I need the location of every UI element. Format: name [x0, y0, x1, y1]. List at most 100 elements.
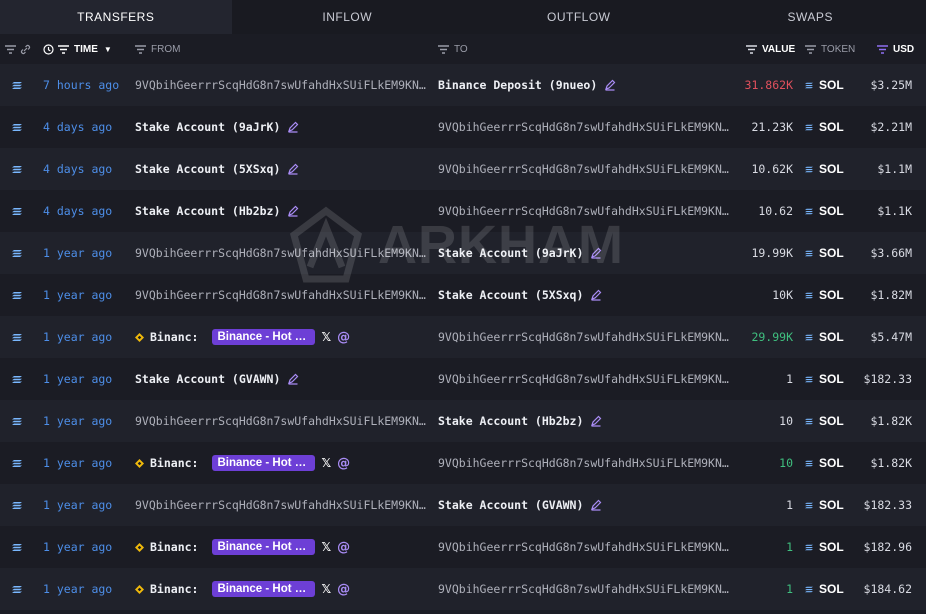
table-row[interactable]: 1 year ago Stake Account (GVAWN) 9VQbihGee… — [0, 358, 926, 400]
edit-icon[interactable] — [287, 121, 299, 133]
time-link[interactable]: 1 year ago — [43, 358, 112, 400]
entity-link[interactable]: Stake Account (5XSxq) — [438, 288, 583, 302]
transfer-icon[interactable] — [12, 400, 22, 442]
filter-icon[interactable] — [5, 34, 21, 64]
address-link[interactable]: 9VQbihGeerrrScqHdG8n7swUfahdHxSUiFLkEM9K… — [438, 190, 734, 232]
to-column-header[interactable]: TO — [438, 34, 468, 64]
table-row[interactable]: 1 year ago Binanc: Binance - Hot Wallet 𝕏 @9… — [0, 568, 926, 610]
edit-icon[interactable] — [287, 205, 299, 217]
edit-icon[interactable] — [590, 289, 602, 301]
time-link[interactable]: 4 days ago — [43, 106, 112, 148]
address-link[interactable]: 9VQbihGeerrrScqHdG8n7swUfahdHxSUiFLkEM9K… — [438, 442, 734, 484]
time-column-header[interactable]: TIME ▼ — [43, 34, 112, 64]
x-twitter-icon[interactable]: 𝕏 — [321, 540, 331, 554]
transfer-icon[interactable] — [12, 148, 22, 190]
transfer-icon[interactable] — [12, 568, 22, 610]
binance-entity[interactable]: Binanc: Binance - Hot Wallet 𝕏 @ — [135, 329, 350, 345]
transfer-icon[interactable] — [12, 484, 22, 526]
table-row[interactable]: 4 days ago Stake Account (9aJrK) 9VQbihGee… — [0, 106, 926, 148]
wallet-badge[interactable]: Binance - Hot Wallet — [212, 329, 316, 345]
time-link[interactable]: 1 year ago — [43, 526, 112, 568]
edit-icon[interactable] — [604, 79, 616, 91]
time-link[interactable]: 4 days ago — [43, 148, 112, 190]
address-link[interactable]: 9VQbihGeerrrScqHdG8n7swUfahdHxSUiFLkEM9K… — [135, 232, 431, 274]
time-link[interactable]: 4 days ago — [43, 190, 112, 232]
transfer-icon[interactable] — [12, 232, 22, 274]
wallet-badge[interactable]: Binance - Hot Wallet — [212, 581, 316, 597]
table-row[interactable]: 1 year ago 9VQbihGeerrrScqHdG8n7swUfahdHx… — [0, 232, 926, 274]
transfer-icon[interactable] — [12, 64, 22, 106]
wallet-badge[interactable]: Binance - Hot Wallet — [212, 539, 316, 555]
address-link[interactable]: 9VQbihGeerrrScqHdG8n7swUfahdHxSUiFLkEM9K… — [135, 400, 431, 442]
token-column-header[interactable]: TOKEN — [805, 34, 855, 64]
binance-entity[interactable]: Binanc: Binance - Hot Wallet 𝕏 @ — [135, 455, 350, 471]
edit-icon[interactable] — [287, 163, 299, 175]
at-icon[interactable]: @ — [337, 582, 350, 597]
address-link[interactable]: 9VQbihGeerrrScqHdG8n7swUfahdHxSUiFLkEM9K… — [438, 568, 734, 610]
usd-column-header[interactable]: USD — [877, 34, 914, 64]
entity-link[interactable]: Stake Account (Hb2bz) — [135, 204, 280, 218]
entity-link[interactable]: Stake Account (GVAWN) — [135, 372, 280, 386]
entity-link[interactable]: Stake Account (9aJrK) — [438, 246, 583, 260]
time-link[interactable]: 1 year ago — [43, 316, 112, 358]
time-link[interactable]: 7 hours ago — [43, 64, 119, 106]
transfer-icon[interactable] — [12, 316, 22, 358]
tab-outflow[interactable]: OUTFLOW — [463, 0, 695, 34]
value-column-header[interactable]: VALUE — [746, 34, 795, 64]
to-cell: Stake Account (GVAWN) — [438, 484, 734, 526]
transfer-icon[interactable] — [12, 190, 22, 232]
time-link[interactable]: 1 year ago — [43, 442, 112, 484]
table-row[interactable]: 1 year ago 9VQbihGeerrrScqHdG8n7swUfahdHx… — [0, 400, 926, 442]
tab-transfers[interactable]: TRANSFERS — [0, 0, 232, 34]
binance-entity[interactable]: Binanc: Binance - Hot Wallet 𝕏 @ — [135, 539, 350, 555]
usd-cell: $5.47M — [870, 330, 912, 344]
table-row[interactable]: 4 days ago Stake Account (5XSxq) 9VQbihGee… — [0, 148, 926, 190]
edit-icon[interactable] — [590, 499, 602, 511]
entity-link[interactable]: Stake Account (GVAWN) — [438, 498, 583, 512]
x-twitter-icon[interactable]: 𝕏 — [321, 582, 331, 596]
wallet-badge[interactable]: Binance - Hot Wallet — [212, 455, 316, 471]
at-icon[interactable]: @ — [337, 540, 350, 555]
address-link[interactable]: 9VQbihGeerrrScqHdG8n7swUfahdHxSUiFLkEM9K… — [438, 316, 734, 358]
tab-swaps[interactable]: SWAPS — [695, 0, 926, 34]
time-link[interactable]: 1 year ago — [43, 484, 112, 526]
address-link[interactable]: 9VQbihGeerrrScqHdG8n7swUfahdHxSUiFLkEM9K… — [135, 484, 431, 526]
table-row[interactable]: 7 hours ago 9VQbihGeerrrScqHdG8n7swUfahdH… — [0, 64, 926, 106]
entity-link[interactable]: Binance Deposit (9nueo) — [438, 78, 597, 92]
at-icon[interactable]: @ — [337, 330, 350, 345]
table-row[interactable]: 4 days ago Stake Account (Hb2bz) 9VQbihGee… — [0, 190, 926, 232]
transfer-icon[interactable] — [12, 442, 22, 484]
from-column-header[interactable]: FROM — [135, 34, 180, 64]
binance-entity[interactable]: Binanc: Binance - Hot Wallet 𝕏 @ — [135, 581, 350, 597]
table-row[interactable]: 1 year ago 9VQbihGeerrrScqHdG8n7swUfahdHx… — [0, 484, 926, 526]
time-link[interactable]: 1 year ago — [43, 568, 112, 610]
edit-icon[interactable] — [287, 373, 299, 385]
entity-link[interactable]: Stake Account (5XSxq) — [135, 162, 280, 176]
link-icon[interactable] — [20, 34, 31, 64]
address-link[interactable]: 9VQbihGeerrrScqHdG8n7swUfahdHxSUiFLkEM9K… — [438, 358, 734, 400]
x-twitter-icon[interactable]: 𝕏 — [321, 456, 331, 470]
address-link[interactable]: 9VQbihGeerrrScqHdG8n7swUfahdHxSUiFLkEM9K… — [438, 526, 734, 568]
address-link[interactable]: 9VQbihGeerrrScqHdG8n7swUfahdHxSUiFLkEM9K… — [438, 148, 734, 190]
table-row[interactable]: 1 year ago 9VQbihGeerrrScqHdG8n7swUfahdHx… — [0, 274, 926, 316]
table-row[interactable]: 1 year ago Binanc: Binance - Hot Wallet 𝕏 @9… — [0, 316, 926, 358]
transfer-icon[interactable] — [12, 106, 22, 148]
table-row[interactable]: 1 year ago Binanc: Binance - Hot Wallet 𝕏 @9… — [0, 526, 926, 568]
time-link[interactable]: 1 year ago — [43, 232, 112, 274]
time-link[interactable]: 1 year ago — [43, 400, 112, 442]
edit-icon[interactable] — [590, 247, 602, 259]
address-link[interactable]: 9VQbihGeerrrScqHdG8n7swUfahdHxSUiFLkEM9K… — [135, 274, 431, 316]
entity-link[interactable]: Stake Account (Hb2bz) — [438, 414, 583, 428]
at-icon[interactable]: @ — [337, 456, 350, 471]
x-twitter-icon[interactable]: 𝕏 — [321, 330, 331, 344]
edit-icon[interactable] — [590, 415, 602, 427]
time-link[interactable]: 1 year ago — [43, 274, 112, 316]
address-link[interactable]: 9VQbihGeerrrScqHdG8n7swUfahdHxSUiFLkEM9K… — [438, 106, 734, 148]
tab-inflow[interactable]: INFLOW — [232, 0, 464, 34]
transfer-icon[interactable] — [12, 526, 22, 568]
transfer-icon[interactable] — [12, 274, 22, 316]
entity-link[interactable]: Stake Account (9aJrK) — [135, 120, 280, 134]
table-row[interactable]: 1 year ago Binanc: Binance - Hot Wallet 𝕏 @9… — [0, 442, 926, 484]
address-link[interactable]: 9VQbihGeerrrScqHdG8n7swUfahdHxSUiFLkEM9K… — [135, 64, 431, 106]
transfer-icon[interactable] — [12, 358, 22, 400]
